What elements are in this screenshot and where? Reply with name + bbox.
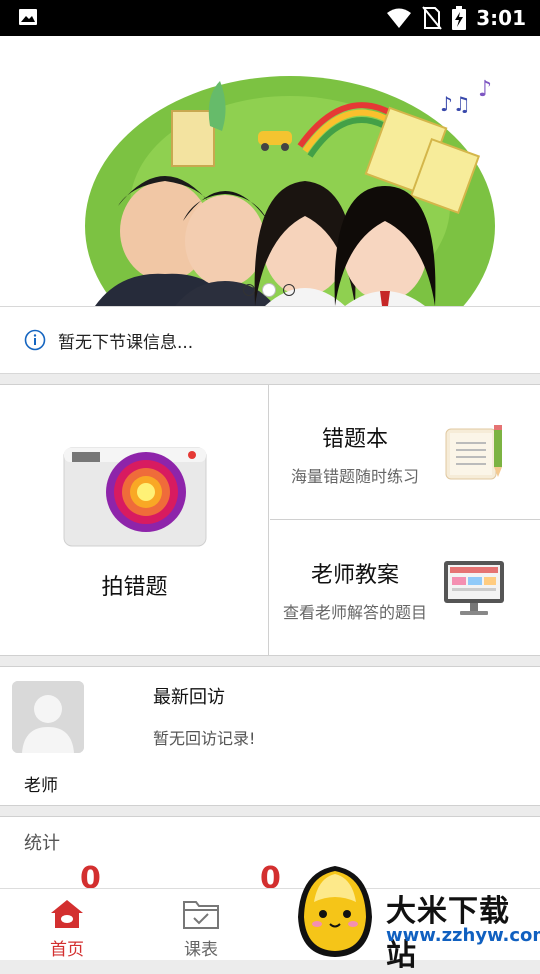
image-icon — [19, 9, 37, 25]
teacher-label: 老师 — [24, 776, 58, 796]
wifi-icon — [387, 8, 412, 28]
mistake-book-title: 错题本 — [321, 427, 388, 452]
teacher-plans-subtitle: 查看老师解答的题目 — [282, 603, 427, 622]
latest-visit-empty: 暂无回访记录! — [153, 729, 256, 748]
tab-home-label: 首页 — [50, 940, 84, 960]
info-icon — [24, 329, 46, 351]
home-icon — [51, 900, 83, 928]
watermark-url: www.zzhyw.com — [386, 925, 540, 946]
teacher-plans-button[interactable]: 老师教案 查看老师解答的题目 — [270, 521, 540, 656]
next-class-info[interactable]: 暂无下节课信息... — [0, 306, 540, 374]
tab-schedule-label: 课表 — [184, 940, 218, 960]
latest-visit-card[interactable]: 老师 最新回访 暂无回访记录! — [0, 666, 540, 806]
tab-schedule[interactable]: 课表 — [134, 889, 268, 961]
monitor-icon — [444, 561, 504, 615]
schedule-icon — [183, 901, 219, 929]
avatar — [12, 681, 84, 753]
camera-icon — [63, 447, 207, 547]
carousel-dot[interactable] — [243, 284, 255, 296]
battery-charging-icon — [452, 6, 467, 30]
mistake-book-subtitle: 海量错题随时练习 — [290, 467, 419, 486]
teacher-plans-title: 老师教案 — [310, 563, 399, 588]
next-class-text: 暂无下节课信息... — [58, 332, 194, 353]
photo-mistakes-label: 拍错题 — [101, 575, 168, 600]
photo-mistakes-button[interactable]: 拍错题 — [0, 385, 269, 655]
rice-mascot-icon — [298, 866, 372, 957]
carousel-dot-active[interactable] — [263, 284, 275, 296]
watermark-logo: 大米下载站 www.zzhyw.com — [290, 862, 540, 973]
statistics-title: 统计 — [24, 833, 60, 854]
svg-text:♪: ♪ — [478, 77, 492, 102]
students-banner-illustration: ♪♫ ♪ — [0, 36, 540, 306]
feature-grid: 拍错题 错题本 海量错题随时练习 老师教案 查看老师解答的题目 — [0, 384, 540, 656]
tab-home[interactable]: 首页 — [0, 889, 134, 961]
carousel-dots — [243, 284, 295, 296]
status-time: 3:01 — [476, 6, 526, 30]
mistake-book-button[interactable]: 错题本 海量错题随时练习 — [270, 385, 540, 520]
banner-carousel[interactable]: ♪♫ ♪ — [0, 36, 540, 306]
carousel-dot[interactable] — [283, 284, 295, 296]
no-sim-icon — [422, 6, 443, 30]
notebook-icon — [445, 425, 502, 480]
status-bar: 3:01 — [0, 0, 540, 36]
user-placeholder-icon — [12, 681, 84, 753]
latest-visit-title: 最新回访 — [153, 687, 225, 708]
svg-text:♪♫: ♪♫ — [440, 92, 471, 116]
